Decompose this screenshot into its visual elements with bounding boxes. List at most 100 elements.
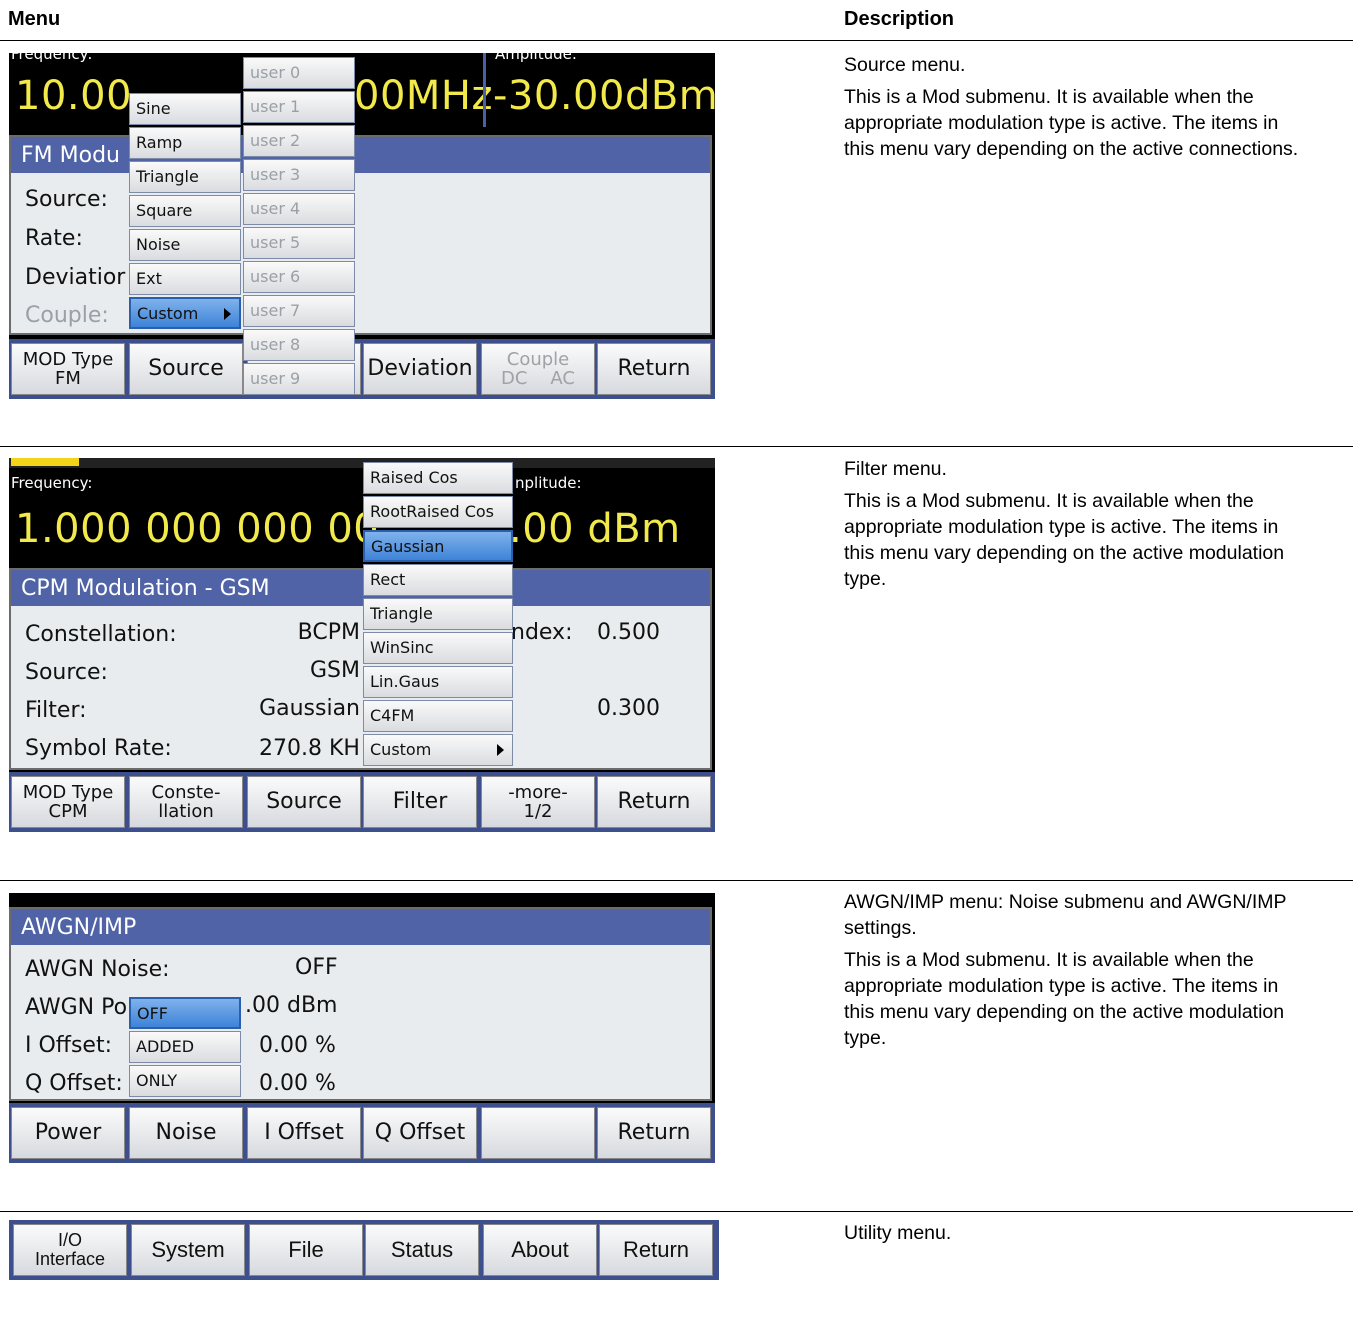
source-softkey[interactable]: Source [247, 776, 361, 828]
couple-softkey[interactable]: Couple DC AC [481, 343, 595, 395]
system-softkey[interactable]: System [131, 1224, 245, 1276]
menu-item-square[interactable]: Square [129, 195, 241, 227]
filter-softkey[interactable]: Filter [363, 776, 477, 828]
frequency-label: Frequency: [11, 474, 93, 492]
more-softkey[interactable]: -more- 1/2 [481, 776, 595, 828]
power-softkey[interactable]: Power [11, 1107, 125, 1159]
panel-title: AWGN/IMP [11, 909, 710, 945]
menu-item-rootraised-cos[interactable]: RootRaised Cos [363, 496, 513, 528]
menu-item-custom[interactable]: Custom [363, 734, 513, 766]
panel-title: CPM Modulation - GSM [11, 570, 710, 606]
frequency-value-tail: 00MHz [354, 73, 493, 119]
menu-item-lin-gaus[interactable]: Lin.Gaus [363, 666, 513, 698]
panel-title: FM Modu [11, 137, 710, 173]
utility-menu-description: Utility menu. [844, 1222, 952, 1244]
fm-modulation-panel: FM Modu Source: Rate: Deviatior Couple: [9, 135, 712, 335]
deviation-softkey[interactable]: Deviation [363, 343, 477, 395]
awgn-power-label: AWGN Po [25, 995, 128, 1020]
symbol-rate-label: Symbol Rate: [25, 736, 172, 761]
q-offset-label: Q Offset: [25, 1071, 123, 1096]
blank-softkey[interactable] [481, 1107, 595, 1159]
couple-row-label: Couple: [25, 303, 109, 328]
mod-type-softkey[interactable]: MOD Type FM [11, 343, 125, 395]
awgn-noise-value: OFF [295, 955, 338, 980]
menu-item-sine[interactable]: Sine [129, 93, 241, 125]
noise-softkey[interactable]: Noise [129, 1107, 243, 1159]
display-separator [483, 53, 486, 127]
menu-item-off[interactable]: OFF [129, 997, 241, 1029]
row-rule [0, 1211, 1353, 1212]
about-softkey[interactable]: About [483, 1224, 597, 1276]
menu-item-custom[interactable]: Custom [129, 297, 241, 329]
menu-item-triangle[interactable]: Triangle [363, 598, 513, 630]
menu-item-user-4[interactable]: user 4 [243, 193, 355, 225]
frequency-value: 1.000 000 000 00 [15, 506, 380, 552]
filter-dropdown: Raised Cos RootRaised Cos Gaussian Rect … [363, 462, 513, 768]
awgn-power-value: .00 dBm [245, 993, 338, 1018]
menu-item-user-7[interactable]: user 7 [243, 295, 355, 327]
bt-value: 0.300 [597, 696, 660, 721]
submenu-arrow-icon [497, 744, 504, 756]
menu-item-user-9[interactable]: user 9 [243, 363, 355, 395]
utility-softkey-bar: I/O Interface System File Status About Re… [9, 1220, 719, 1280]
return-softkey[interactable]: Return [597, 343, 711, 395]
menu-item-noise[interactable]: Noise [129, 229, 241, 261]
constellation-label: Constellation: [25, 622, 177, 647]
menu-column-header: Menu [8, 8, 61, 30]
return-softkey[interactable]: Return [597, 776, 711, 828]
amplitude-value: -30.00dBm [493, 73, 715, 119]
menu-item-ramp[interactable]: Ramp [129, 127, 241, 159]
constellation-value: BCPM [297, 620, 360, 645]
menu-item-gaussian[interactable]: Gaussian [363, 530, 513, 562]
menu-item-user-1[interactable]: user 1 [243, 91, 355, 123]
menu-item-user-8[interactable]: user 8 [243, 329, 355, 361]
awgn-menu-screenshot: AWGN/IMP AWGN Noise: OFF AWGN Po .00 dBm… [9, 893, 715, 1163]
symbol-rate-value: 270.8 KH [259, 736, 360, 761]
source-dropdown: Sine Ramp Triangle Square Noise Ext Cust… [129, 93, 241, 331]
io-interface-softkey[interactable]: I/O Interface [13, 1224, 127, 1276]
mod-type-softkey[interactable]: MOD Type CPM [11, 776, 125, 828]
i-offset-softkey[interactable]: I Offset [247, 1107, 361, 1159]
constellation-softkey[interactable]: Conste-llation [129, 776, 243, 828]
user-dropdown: user 0 user 1 user 2 user 3 user 4 user … [243, 57, 355, 397]
deviation-row-label: Deviatior [25, 265, 126, 290]
menu-item-raised-cos[interactable]: Raised Cos [363, 462, 513, 494]
menu-item-winsinc[interactable]: WinSinc [363, 632, 513, 664]
amplitude-label: nplitude: [515, 474, 582, 492]
menu-item-user-5[interactable]: user 5 [243, 227, 355, 259]
index-value: 0.500 [597, 620, 660, 645]
q-offset-softkey[interactable]: Q Offset [363, 1107, 477, 1159]
top-status-strip [9, 458, 715, 468]
menu-item-c4fm[interactable]: C4FM [363, 700, 513, 732]
menu-item-only[interactable]: ONLY [129, 1065, 241, 1097]
menu-item-user-6[interactable]: user 6 [243, 261, 355, 293]
status-softkey[interactable]: Status [365, 1224, 479, 1276]
menu-item-user-0[interactable]: user 0 [243, 57, 355, 89]
return-softkey[interactable]: Return [597, 1107, 711, 1159]
filter-menu-screenshot: Frequency: nplitude: 1.000 000 000 00 .0… [9, 458, 715, 832]
return-softkey[interactable]: Return [599, 1224, 713, 1276]
source-softkey[interactable]: Source [129, 343, 243, 395]
frequency-label: Frequency: [11, 53, 93, 63]
file-softkey[interactable]: File [249, 1224, 363, 1276]
source-menu-screenshot: Frequency: Amplitude: 10.00 00MHz -30.00… [9, 53, 715, 399]
source-label: Source: [25, 660, 108, 685]
filter-menu-description: Filter menu. This is a Mod submenu. It i… [844, 458, 1285, 590]
filter-label: Filter: [25, 698, 87, 723]
amplitude-value: .00 dBm [509, 506, 681, 552]
softkey-bar: MOD Type CPM Conste-llation Source Filter… [9, 772, 715, 832]
menu-item-ext[interactable]: Ext [129, 263, 241, 295]
amplitude-label: Amplitude: [495, 53, 577, 63]
softkey-bar: Power Noise I Offset Q Offset Return [9, 1103, 715, 1163]
noise-dropdown: OFF ADDED ONLY [129, 997, 241, 1097]
source-menu-description: Source menu. This is a Mod submenu. It i… [844, 54, 1299, 160]
i-offset-label: I Offset: [25, 1033, 112, 1058]
menu-item-triangle[interactable]: Triangle [129, 161, 241, 193]
menu-item-added[interactable]: ADDED [129, 1031, 241, 1063]
rate-row-label: Rate: [25, 226, 83, 251]
menu-item-user-2[interactable]: user 2 [243, 125, 355, 157]
awgn-panel: AWGN/IMP AWGN Noise: OFF AWGN Po .00 dBm… [9, 907, 712, 1101]
menu-item-rect[interactable]: Rect [363, 564, 513, 596]
awgn-menu-description: AWGN/IMP menu: Noise submenu and AWGN/IM… [844, 891, 1287, 1049]
menu-item-user-3[interactable]: user 3 [243, 159, 355, 191]
